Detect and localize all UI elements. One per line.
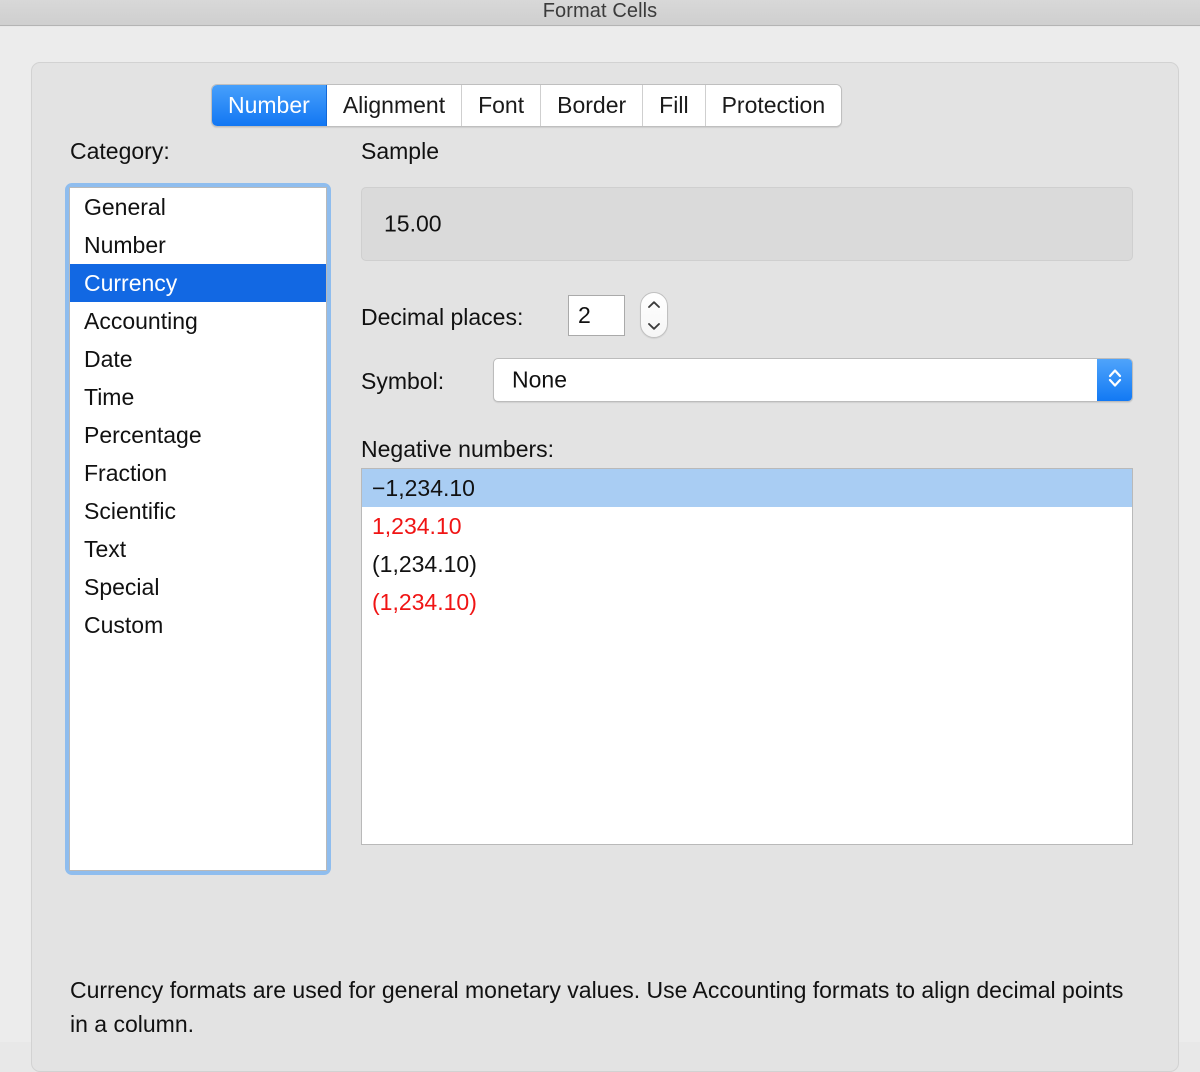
tab-fill[interactable]: Fill — [643, 85, 706, 126]
category-item[interactable]: Percentage — [70, 416, 326, 454]
decimal-places-label: Decimal places: — [361, 304, 524, 330]
category-item[interactable]: General — [70, 188, 326, 226]
tab-border[interactable]: Border — [541, 85, 644, 126]
category-item[interactable]: Fraction — [70, 454, 326, 492]
decimal-places-input[interactable] — [568, 295, 625, 336]
decimal-places-stepper[interactable] — [640, 292, 668, 338]
category-item[interactable]: Currency — [70, 264, 326, 302]
sample-label: Sample — [361, 138, 439, 164]
sample-value: 15.00 — [384, 210, 442, 237]
window-title: Format Cells — [542, 0, 658, 22]
negative-number-option[interactable]: (1,234.10) — [362, 545, 1132, 583]
symbol-selected-value: None — [512, 366, 567, 393]
tab-bar: Number Alignment Font Border Fill Protection — [211, 84, 843, 127]
tab-alignment[interactable]: Alignment — [326, 85, 463, 126]
format-cells-panel: Number Alignment Font Border Fill Protection … — [31, 62, 1179, 1072]
tab-protection[interactable]: Protection — [705, 85, 842, 126]
category-list-focus-ring: General Number Currency Accounting Date Time P… — [65, 183, 331, 875]
negative-numbers-label: Negative numbers: — [361, 436, 555, 462]
category-item[interactable]: Text — [70, 530, 326, 568]
category-list[interactable]: General Number Currency Accounting Date Time P… — [69, 187, 327, 871]
chevron-down-icon[interactable] — [647, 322, 661, 331]
category-item[interactable]: Special — [70, 568, 326, 606]
symbol-label: Symbol: — [361, 368, 445, 394]
negative-number-option[interactable]: (1,234.10) — [362, 583, 1132, 621]
chevron-up-down-icon — [1107, 366, 1123, 395]
chevron-up-icon[interactable] — [647, 300, 661, 309]
negative-number-option[interactable]: 1,234.10 — [362, 507, 1132, 545]
category-item[interactable]: Custom — [70, 606, 326, 644]
category-item[interactable]: Number — [70, 226, 326, 264]
symbol-dropdown-arrow-button[interactable] — [1097, 359, 1132, 401]
negative-numbers-list[interactable]: −1,234.10 1,234.10 (1,234.10) (1,234.10) — [361, 468, 1133, 845]
category-item[interactable]: Scientific — [70, 492, 326, 530]
negative-number-option[interactable]: −1,234.10 — [362, 469, 1132, 507]
format-description: Currency formats are used for general mo… — [70, 977, 1124, 1037]
category-item[interactable]: Date — [70, 340, 326, 378]
window-titlebar: Format Cells — [0, 0, 1200, 26]
category-label: Category: — [70, 138, 170, 164]
dialog-body: Number Alignment Font Border Fill Protection … — [0, 27, 1200, 1072]
sample-box: 15.00 — [361, 187, 1133, 261]
tab-font[interactable]: Font — [462, 85, 542, 126]
category-item[interactable]: Accounting — [70, 302, 326, 340]
symbol-dropdown[interactable]: None — [493, 358, 1133, 402]
category-item[interactable]: Time — [70, 378, 326, 416]
tab-number[interactable]: Number — [212, 85, 327, 126]
